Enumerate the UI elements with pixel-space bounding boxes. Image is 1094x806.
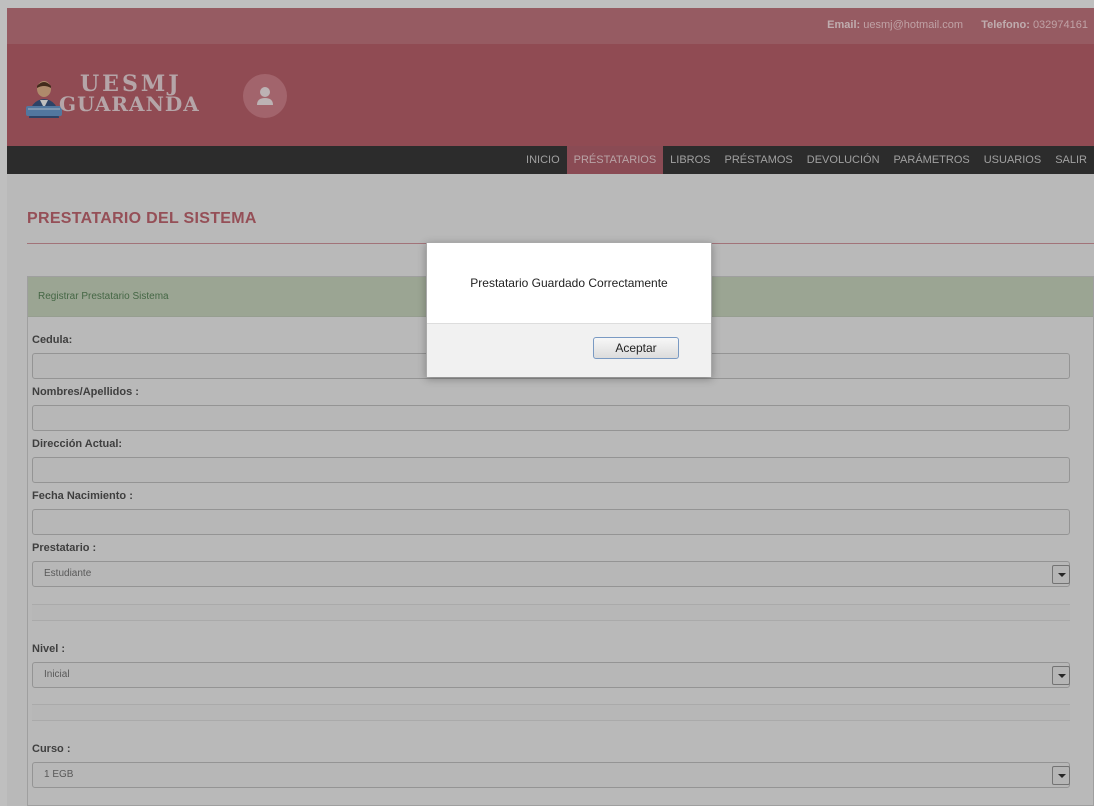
accept-button[interactable]: Aceptar	[593, 337, 679, 359]
dialog-message: Prestatario Guardado Correctamente	[470, 276, 668, 290]
dialog-footer: Aceptar	[427, 323, 711, 377]
confirmation-dialog: Prestatario Guardado Correctamente Acept…	[426, 242, 712, 377]
modal-backdrop[interactable]	[0, 0, 1094, 806]
